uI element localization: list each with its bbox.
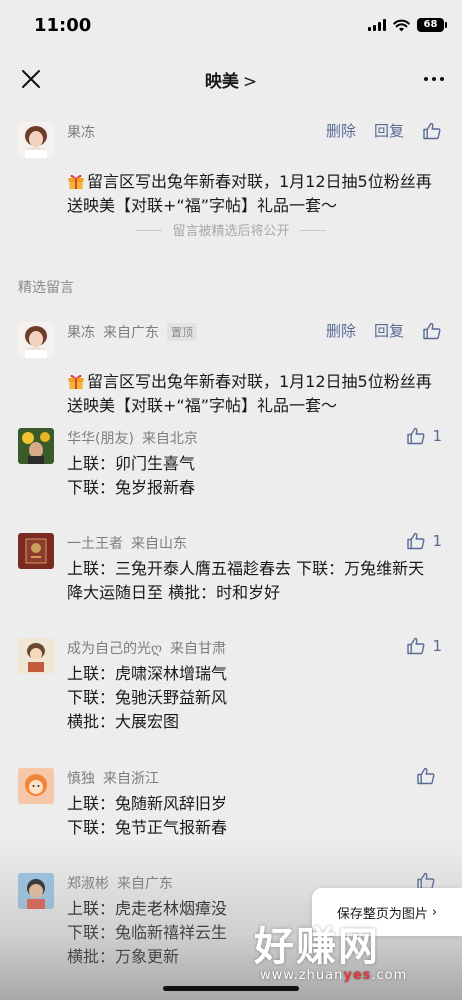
comment-author: 一土王者 — [67, 536, 123, 552]
more-options-icon[interactable] — [424, 77, 444, 81]
gift-icon — [68, 174, 84, 189]
comment-author: 果冻 — [67, 125, 95, 141]
comment-meta: 成为自己的光ღ 来自甘肃 — [67, 638, 226, 658]
save-page-as-image-button[interactable]: 保存整页为图片 › — [312, 888, 462, 936]
thumbs-up-icon — [407, 637, 425, 655]
battery-icon: 68 — [417, 18, 447, 32]
like-button[interactable]: 1 — [406, 531, 442, 551]
account-title[interactable]: 映美 > — [0, 67, 462, 92]
gift-icon — [68, 374, 84, 389]
comment-text: 上联：兔随新风辞旧岁 下联：兔节正气报新春 — [67, 794, 228, 837]
comment-author: 慎独 — [67, 771, 95, 787]
avatar[interactable] — [18, 638, 54, 674]
like-count: 1 — [432, 637, 442, 655]
avatar[interactable] — [18, 428, 54, 464]
delete-button[interactable]: 删除 — [326, 120, 356, 141]
comment-text: 上联：卯门生喜气 下联：兔岁报新春 — [67, 454, 196, 497]
avatar[interactable] — [18, 322, 54, 358]
status-time: 11:00 — [34, 15, 92, 36]
comment-text: 留言区写出兔年新春对联，1月12日抽5位粉丝再送映美【对联+“福”字帖】礼品一套… — [67, 372, 432, 415]
chevron-right-icon: > — [242, 72, 258, 92]
thumbs-up-icon[interactable] — [422, 321, 442, 341]
comment-author: 成为自己的光ღ — [67, 641, 163, 657]
save-page-label: 保存整页为图片 — [336, 906, 428, 922]
watermark-site: www.zhuanyes.com — [260, 968, 408, 983]
comment-text: 上联：虎啸深林增瑞气 下联：兔驰沃野益新风 横批：大展宏图 — [67, 664, 228, 731]
like-button[interactable] — [416, 766, 442, 786]
avatar[interactable] — [18, 873, 54, 909]
reply-button[interactable]: 回复 — [374, 320, 404, 341]
thumbs-up-icon — [407, 427, 425, 445]
comment-text-row: 留言区写出兔年新春对联，1月12日抽5位粉丝再送映美【对联+“福”字帖】礼品一套… — [67, 346, 438, 418]
thumbs-up-icon — [417, 767, 435, 785]
comment-meta: 果冻 来自广东 置顶 — [67, 322, 197, 342]
like-button[interactable]: 1 — [406, 426, 442, 446]
comment-text: 上联：三兔开泰人膺五福趁春去 下联：万兔维新天降大运随日至 横批：时和岁好 — [67, 559, 425, 602]
cellular-signal-icon — [368, 19, 386, 31]
pinned-badge: 置顶 — [167, 323, 197, 341]
pending-note: 留言被精选后将公开 — [0, 220, 462, 239]
delete-button[interactable]: 删除 — [326, 320, 356, 341]
comment-author: 华华(朋友) — [67, 431, 134, 447]
comment-text: 留言区写出兔年新春对联，1月12日抽5位粉丝再送映美【对联+“福”字帖】礼品一套… — [67, 172, 432, 215]
status-bar: 11:00 68 — [0, 0, 462, 54]
nav-bar: 映美 > — [0, 54, 462, 102]
comment-text-row: 留言区写出兔年新春对联，1月12日抽5位粉丝再送映美【对联+“福”字帖】礼品一套… — [67, 146, 438, 218]
status-icons: 68 — [368, 18, 447, 32]
avatar[interactable] — [18, 533, 54, 569]
comment-meta: 郑淑彬 来自广东 — [67, 873, 173, 893]
like-count: 1 — [432, 427, 442, 445]
comment-location: 来自北京 — [141, 431, 198, 447]
comment-meta: 一土王者 来自山东 — [67, 533, 187, 553]
avatar[interactable] — [18, 768, 54, 804]
comment-author: 果冻 — [67, 325, 95, 341]
comment-author: 郑淑彬 — [67, 876, 109, 892]
comment-location: 来自山东 — [131, 536, 187, 552]
thumbs-up-icon[interactable] — [422, 121, 442, 141]
comment-location: 来自浙江 — [103, 771, 159, 787]
thumbs-up-icon — [407, 532, 425, 550]
avatar[interactable] — [18, 122, 54, 158]
wifi-icon — [393, 19, 410, 31]
home-indicator — [163, 986, 299, 991]
reply-button[interactable]: 回复 — [374, 120, 404, 141]
comment-meta: 慎独 来自浙江 — [67, 768, 159, 788]
like-count: 1 — [432, 532, 442, 550]
account-name: 映美 — [204, 72, 239, 92]
comment-location: 来自广东 — [117, 876, 173, 892]
featured-section-label: 精选留言 — [18, 280, 74, 296]
chevron-right-icon: › — [431, 904, 438, 920]
comment-meta: 华华(朋友) 来自北京 — [67, 428, 198, 448]
comment-location: 来自广东 — [103, 325, 159, 341]
like-button[interactable]: 1 — [406, 636, 442, 656]
comment-location: 来自甘肃 — [170, 641, 227, 657]
